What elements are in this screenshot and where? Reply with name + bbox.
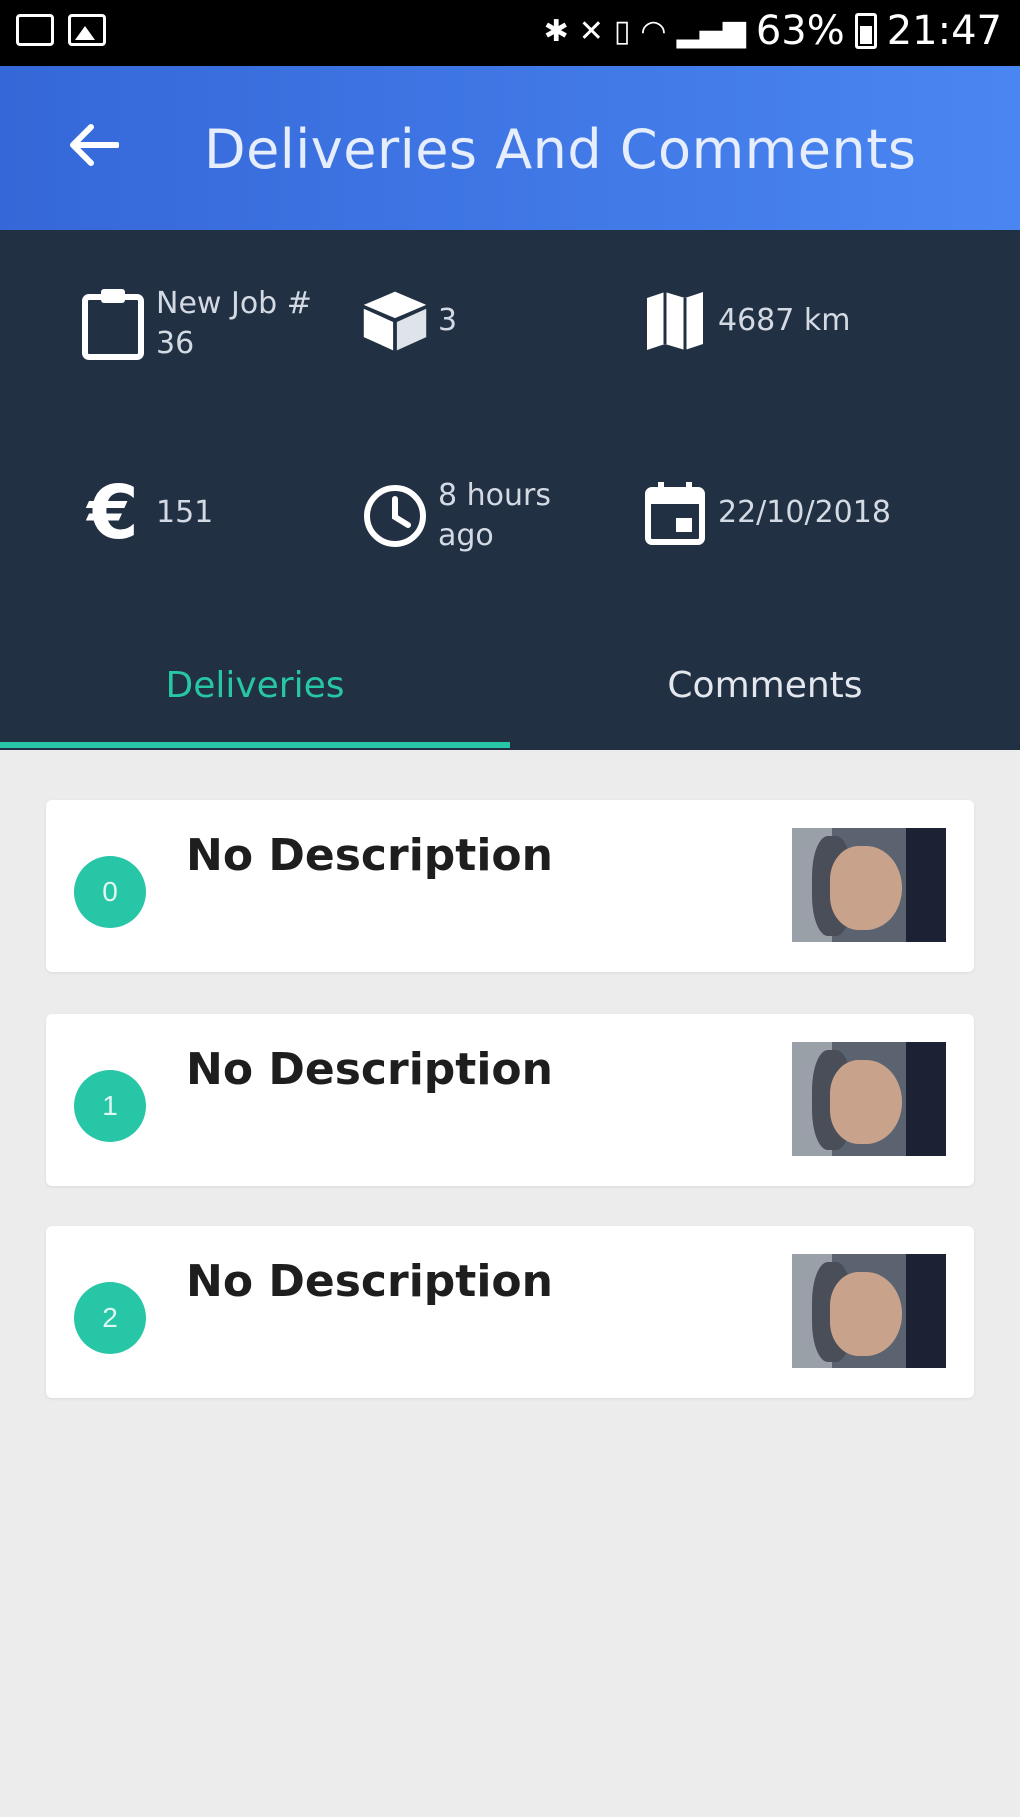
euro-icon: € — [87, 470, 139, 556]
delivery-photo[interactable] — [792, 828, 946, 942]
delivery-index-badge: 1 — [74, 1070, 146, 1142]
wifi-icon: ◠ — [640, 13, 667, 49]
clock: 21:47 — [886, 8, 1002, 54]
distance-value: 4687 km — [718, 303, 851, 338]
price-value: 151 — [156, 495, 214, 530]
battery-icon — [854, 13, 877, 49]
packages-count: 3 — [438, 303, 458, 338]
status-bar: ✱ ✕ ▯ ◠ ▂▄▆ 63% 21:47 — [0, 0, 1020, 66]
image-icon — [68, 14, 106, 46]
system-icons: ✱ ✕ ▯ ◠ ▂▄▆ 63% 21:47 — [544, 8, 1002, 54]
job-number: 36 — [156, 326, 195, 361]
elapsed-line-2: ago — [438, 518, 494, 553]
elapsed-line-1: 8 hours — [438, 478, 551, 513]
delivery-photo[interactable] — [792, 1042, 946, 1156]
delivery-card[interactable]: 0 No Description — [46, 800, 974, 972]
clipboard-icon — [78, 287, 148, 361]
delivery-index-badge: 0 — [74, 856, 146, 928]
message-icon — [16, 14, 54, 46]
delivery-index-badge: 2 — [74, 1282, 146, 1354]
tab-bar: Deliveries Comments — [0, 630, 1020, 750]
battery-percent: 63% — [755, 8, 845, 54]
page-title: Deliveries And Comments — [204, 118, 917, 181]
app-bar: Deliveries And Comments — [0, 66, 1020, 230]
price-info: € 151 — [78, 470, 214, 556]
job-info: New Job # 36 — [78, 284, 312, 364]
vibrate-icon: ▯ — [613, 13, 631, 49]
mute-icon: ✕ — [578, 13, 604, 49]
date-value: 22/10/2018 — [718, 495, 891, 530]
calendar-icon — [640, 476, 710, 550]
date-info: 22/10/2018 — [640, 476, 891, 550]
delivery-card[interactable]: 2 No Description — [46, 1226, 974, 1398]
delivery-photo[interactable] — [792, 1254, 946, 1368]
delivery-description: No Description — [186, 830, 553, 881]
distance-info: 4687 km — [640, 284, 850, 358]
delivery-card[interactable]: 1 No Description — [46, 1014, 974, 1186]
elapsed-info: 8 hours ago — [360, 476, 551, 556]
arrow-left-icon — [70, 124, 119, 166]
notification-icons — [16, 14, 106, 46]
delivery-description: No Description — [186, 1044, 553, 1095]
tab-comments[interactable]: Comments — [510, 630, 1020, 740]
clock-icon — [360, 479, 430, 553]
tab-indicator — [0, 742, 510, 748]
job-label: New Job # — [156, 286, 312, 321]
job-info-panel: New Job # 36 3 4687 km € 151 8 hours ago… — [0, 230, 1020, 750]
delivery-description: No Description — [186, 1256, 553, 1307]
tab-deliveries[interactable]: Deliveries — [0, 630, 510, 740]
map-icon — [640, 284, 710, 358]
signal-icon: ▂▄▆ — [676, 13, 746, 49]
bluetooth-icon: ✱ — [543, 13, 569, 49]
packages-info: 3 — [360, 284, 457, 358]
box-icon — [360, 284, 430, 358]
back-button[interactable] — [58, 110, 128, 180]
